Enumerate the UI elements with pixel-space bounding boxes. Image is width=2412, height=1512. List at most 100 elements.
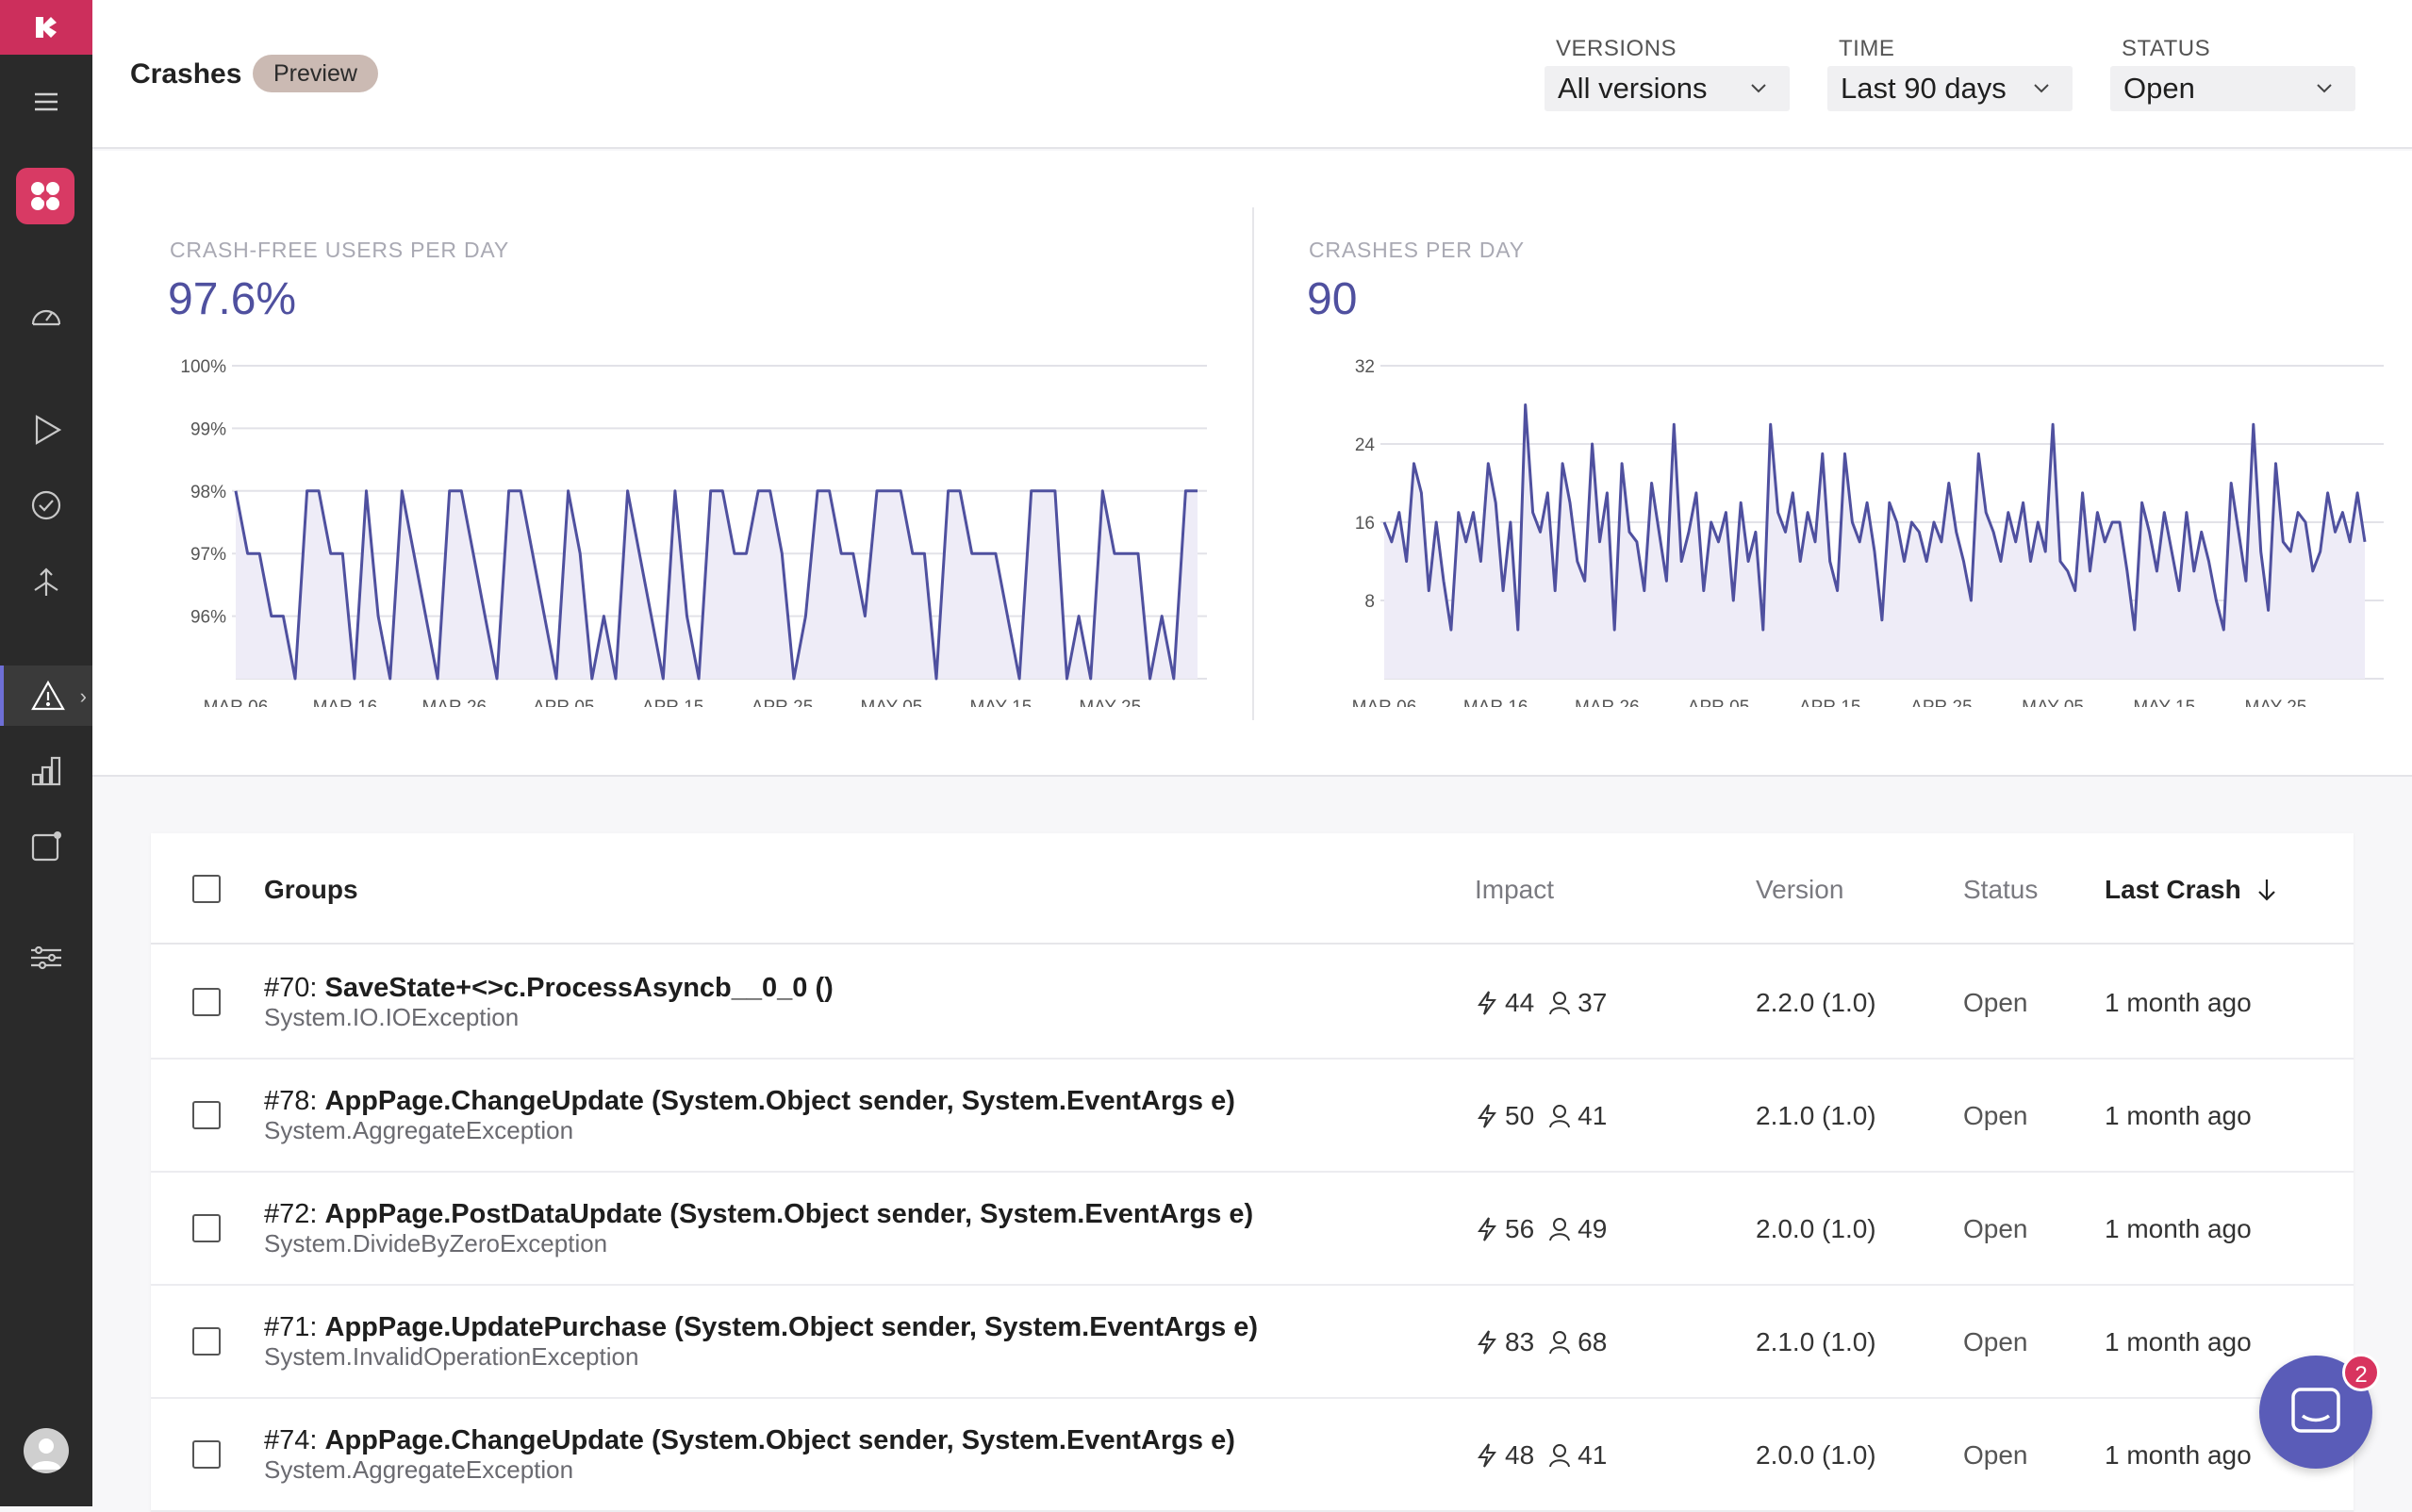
series-area bbox=[1384, 404, 2365, 679]
user-icon bbox=[1549, 1331, 1571, 1355]
crash-group-exception: System.AggregateException bbox=[264, 1116, 574, 1144]
app-icon bbox=[31, 182, 59, 210]
table-row[interactable]: #71: AppPage.UpdatePurchase (System.Obje… bbox=[151, 1286, 2354, 1399]
y-tick-label: 99% bbox=[190, 419, 226, 439]
y-tick-label: 100% bbox=[180, 357, 226, 377]
x-tick-label: APR 25 bbox=[752, 698, 813, 707]
distribute-icon[interactable] bbox=[0, 552, 92, 613]
crash-group-exception: System.InvalidOperationException bbox=[264, 1342, 639, 1371]
table-row[interactable]: #78: AppPage.ChangeUpdate (System.Object… bbox=[151, 1060, 2354, 1173]
crash-group-title[interactable]: #70: SaveState+<>c.ProcessAsyncb__0_0 () bbox=[264, 973, 834, 1004]
table-row[interactable]: #70: SaveState+<>c.ProcessAsyncb__0_0 ()… bbox=[151, 946, 2354, 1060]
crash-group-title[interactable]: #71: AppPage.UpdatePurchase (System.Obje… bbox=[264, 1312, 1258, 1343]
user-count: 37 bbox=[1578, 988, 1608, 1017]
y-tick-label: 98% bbox=[190, 483, 226, 502]
charts-panel: CRASH-FREE USERS PER DAY 97.6% 100% 99% 98… bbox=[92, 151, 2412, 777]
crash-group-exception: System.DivideByZeroException bbox=[264, 1229, 608, 1257]
chevron-down-icon bbox=[2034, 84, 2049, 93]
chart-divider bbox=[1252, 207, 1254, 720]
x-tick-label: MAY 25 bbox=[1079, 698, 1141, 707]
version-header[interactable]: Version bbox=[1756, 875, 1843, 905]
page-header: Crashes Preview VERSIONS All versions TI… bbox=[92, 0, 2412, 149]
crash-count: 44 bbox=[1505, 988, 1535, 1017]
menu-icon[interactable] bbox=[0, 72, 92, 132]
y-tick-label: 16 bbox=[1355, 514, 1375, 534]
lightning-icon bbox=[1478, 991, 1496, 1015]
table-row[interactable]: #74: AppPage.ChangeUpdate (System.Object… bbox=[151, 1399, 2354, 1512]
impact-header[interactable]: Impact bbox=[1475, 875, 1554, 905]
user-count: 41 bbox=[1578, 1101, 1608, 1130]
chevron-down-icon bbox=[1751, 84, 1766, 93]
x-tick-label: MAR 06 bbox=[204, 698, 269, 707]
user-count: 49 bbox=[1578, 1214, 1608, 1243]
crash-group-exception: System.IO.IOException bbox=[264, 1003, 520, 1031]
crashes-per-day-chart: 32 24 16 8 MAR 06 MAR 16 MAR 26 APR 05 APR 15 APR… bbox=[1352, 357, 2384, 707]
dashboard-icon[interactable] bbox=[0, 287, 92, 347]
groups-header[interactable]: Groups bbox=[264, 875, 358, 905]
impact-cell: 50 41 bbox=[1475, 1101, 1607, 1131]
status-header[interactable]: Status bbox=[1963, 875, 2038, 905]
crash-count: 83 bbox=[1505, 1327, 1535, 1356]
crash-count: 48 bbox=[1505, 1440, 1535, 1470]
y-tick-label: 24 bbox=[1355, 436, 1376, 455]
series-area bbox=[236, 490, 1198, 679]
test-icon[interactable] bbox=[0, 475, 92, 535]
row-checkbox[interactable] bbox=[192, 1101, 221, 1129]
analytics-icon[interactable] bbox=[0, 741, 92, 801]
time-dropdown[interactable]: Last 90 days bbox=[1827, 66, 2073, 111]
user-icon bbox=[1549, 1105, 1571, 1128]
crash-group-method: AppPage.ChangeUpdate (System.Object send… bbox=[324, 1086, 1235, 1116]
version-cell: 2.1.0 (1.0) bbox=[1756, 1327, 1876, 1356]
crash-group-id: #72: bbox=[264, 1199, 318, 1229]
row-checkbox[interactable] bbox=[192, 1440, 221, 1469]
diagnostics-icon[interactable]: › bbox=[0, 666, 92, 726]
select-all-checkbox[interactable] bbox=[192, 875, 221, 903]
crash-group-id: #70: bbox=[264, 973, 318, 1003]
user-icon bbox=[1549, 1218, 1571, 1241]
crash-group-method: SaveState+<>c.ProcessAsyncb__0_0 () bbox=[324, 973, 834, 1003]
version-cell: 2.1.0 (1.0) bbox=[1756, 1101, 1876, 1130]
crash-group-title[interactable]: #74: AppPage.ChangeUpdate (System.Object… bbox=[264, 1425, 1235, 1456]
settings-icon[interactable] bbox=[0, 928, 92, 988]
app-avatar[interactable] bbox=[16, 168, 74, 224]
versions-dropdown[interactable]: All versions bbox=[1545, 66, 1790, 111]
crash-count: 56 bbox=[1505, 1214, 1535, 1243]
last-crash-cell: 1 month ago bbox=[2105, 1101, 2252, 1130]
status-dropdown[interactable]: Open bbox=[2110, 66, 2355, 111]
user-count: 41 bbox=[1578, 1440, 1608, 1470]
x-tick-label: MAR 16 bbox=[1463, 698, 1528, 707]
user-icon bbox=[1549, 992, 1571, 1015]
status-dropdown-value: Open bbox=[2123, 72, 2195, 105]
crash-group-method: AppPage.ChangeUpdate (System.Object send… bbox=[324, 1425, 1235, 1455]
y-tick-label: 96% bbox=[190, 608, 226, 628]
user-avatar[interactable] bbox=[24, 1428, 69, 1473]
last-crash-header[interactable]: Last Crash bbox=[2105, 875, 2279, 905]
versions-filter-label: VERSIONS bbox=[1556, 36, 1677, 61]
x-tick-label: MAR 06 bbox=[1352, 698, 1417, 707]
user-icon bbox=[1549, 1444, 1571, 1468]
crash-free-users-chart: 100% 99% 98% 97% 96% MAR 06 MAR 16 MAR 26 APR 05… bbox=[180, 357, 1207, 707]
app-center-logo[interactable] bbox=[0, 0, 92, 55]
row-checkbox[interactable] bbox=[192, 988, 221, 1016]
y-tick-label: 32 bbox=[1355, 357, 1375, 377]
page-title: Crashes bbox=[130, 58, 242, 90]
row-checkbox[interactable] bbox=[192, 1214, 221, 1242]
build-icon[interactable] bbox=[0, 400, 92, 460]
table-row[interactable]: #72: AppPage.PostDataUpdate (System.Obje… bbox=[151, 1173, 2354, 1286]
status-cell: Open bbox=[1963, 1214, 2028, 1243]
x-tick-label: MAY 15 bbox=[2133, 698, 2195, 707]
status-filter-label: STATUS bbox=[2122, 36, 2211, 61]
crash-group-title[interactable]: #78: AppPage.ChangeUpdate (System.Object… bbox=[264, 1086, 1235, 1117]
lightning-icon bbox=[1478, 1217, 1496, 1241]
last-crash-cell: 1 month ago bbox=[2105, 1214, 2252, 1243]
x-tick-label: APR 15 bbox=[642, 698, 703, 707]
versions-dropdown-value: All versions bbox=[1558, 72, 1708, 105]
row-checkbox[interactable] bbox=[192, 1327, 221, 1356]
impact-cell: 83 68 bbox=[1475, 1327, 1607, 1357]
push-icon[interactable] bbox=[0, 816, 92, 877]
crash-group-title[interactable]: #72: AppPage.PostDataUpdate (System.Obje… bbox=[264, 1199, 1253, 1230]
sidebar: › bbox=[0, 0, 92, 1506]
status-cell: Open bbox=[1963, 1327, 2028, 1356]
impact-cell: 48 41 bbox=[1475, 1440, 1607, 1471]
y-tick-label: 97% bbox=[190, 545, 226, 565]
